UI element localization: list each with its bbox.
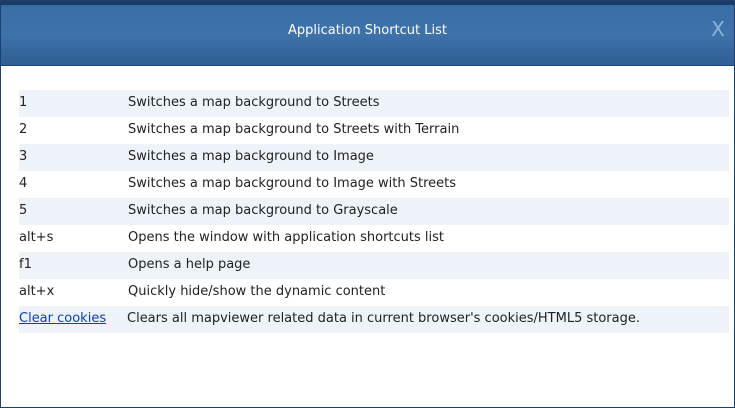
shortcut-key: 2: [19, 122, 28, 137]
close-icon[interactable]: X: [708, 17, 728, 41]
shortcut-row: alt+s Opens the window with application …: [19, 225, 729, 252]
shortcut-description: Quickly hide/show the dynamic content: [128, 284, 386, 299]
shortcut-row: 1 Switches a map background to Streets: [19, 90, 729, 117]
shortcut-description: Switches a map background to Streets: [128, 95, 380, 110]
clear-cookies-link[interactable]: Clear cookies: [19, 311, 127, 326]
shortcut-list: 1 Switches a map background to Streets 2…: [19, 90, 729, 333]
shortcut-row: f1 Opens a help page: [19, 252, 729, 279]
shortcut-key: f1: [19, 257, 32, 272]
shortcut-row: 4 Switches a map background to Image wit…: [19, 171, 729, 198]
shortcut-key: 4: [19, 176, 28, 191]
shortcut-row: 5 Switches a map background to Grayscale: [19, 198, 729, 225]
shortcut-row: 3 Switches a map background to Image: [19, 144, 729, 171]
shortcut-description: Opens the window with application shortc…: [128, 230, 444, 245]
shortcut-row: 2 Switches a map background to Streets w…: [19, 117, 729, 144]
shortcut-description: Switches a map background to Image: [128, 149, 374, 164]
shortcut-key: alt+x: [19, 284, 55, 299]
shortcut-description: Switches a map background to Streets wit…: [128, 122, 460, 137]
titlebar-top-border: [1, 1, 734, 5]
dialog-title: Application Shortcut List: [288, 23, 447, 38]
shortcut-key: 3: [19, 149, 28, 164]
shortcut-key: alt+s: [19, 230, 54, 245]
dialog-titlebar[interactable]: Application Shortcut List X: [1, 1, 734, 66]
shortcut-description: Switches a map background to Image with …: [128, 176, 457, 191]
shortcut-list-dialog: Application Shortcut List X 1 Switches a…: [0, 0, 735, 408]
shortcut-description: Opens a help page: [128, 257, 251, 272]
shortcut-key: 5: [19, 203, 28, 218]
shortcut-description: Switches a map background to Grayscale: [128, 203, 398, 218]
shortcut-key: 1: [19, 95, 28, 110]
clear-cookies-row: Clear cookies Clears all mapviewer relat…: [19, 306, 729, 333]
clear-cookies-description: Clears all mapviewer related data in cur…: [127, 311, 640, 326]
shortcut-row: alt+x Quickly hide/show the dynamic cont…: [19, 279, 729, 306]
